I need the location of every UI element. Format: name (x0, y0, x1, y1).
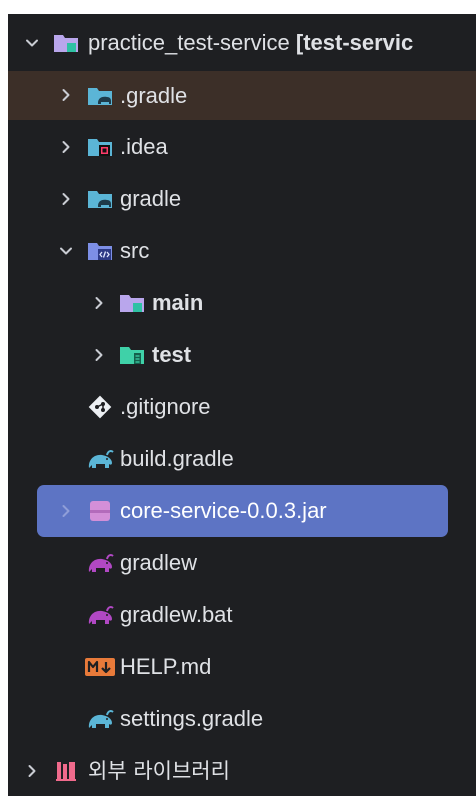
project-tree-panel: practice_test-service [test-servic .grad… (8, 14, 476, 796)
tree-row-core-service-jar[interactable]: core-service-0.0.3.jar (8, 486, 476, 536)
tree-item-label: settings.gradle (120, 706, 264, 731)
chevron-down-icon[interactable] (55, 240, 77, 262)
tree-item-label: src (120, 238, 150, 263)
chevron-right-icon[interactable] (55, 188, 77, 210)
tree-item-label: main (152, 290, 204, 315)
chevron-down-icon[interactable] (21, 32, 43, 54)
tree-item-label: .gradle (120, 83, 188, 108)
folder-module-icon (118, 289, 146, 317)
jar-archive-icon (86, 497, 114, 525)
folder-idea-icon (86, 133, 114, 161)
tree-row-gradle[interactable]: gradle (8, 174, 476, 224)
markdown-icon (84, 653, 116, 681)
tree-item-label: build.gradle (120, 446, 234, 471)
chevron-right-icon[interactable] (55, 136, 77, 158)
chevron-right-icon[interactable] (55, 500, 77, 522)
tree-row-test[interactable]: test (8, 330, 476, 380)
project-root-label: practice_test-service [test-servic (88, 18, 413, 68)
tree-row-src[interactable]: src (8, 226, 476, 276)
tree-row-gradlew[interactable]: gradlew (8, 538, 476, 588)
library-icon (52, 757, 80, 785)
project-name: practice_test-service (88, 30, 290, 55)
tree-item-label: .gitignore (120, 394, 211, 419)
gradle-script-icon (86, 549, 114, 577)
tree-row-external-libraries[interactable]: 외부 라이브러리 (8, 746, 476, 796)
tree-row-build-gradle[interactable]: build.gradle (8, 434, 476, 484)
folder-gradle-icon (86, 82, 114, 110)
folder-source-icon (86, 237, 114, 265)
gradle-elephant-icon (86, 705, 114, 733)
gradle-elephant-icon (86, 445, 114, 473)
tree-row-main[interactable]: main (8, 278, 476, 328)
tree-row-gradlew-bat[interactable]: gradlew.bat (8, 590, 476, 640)
tree-item-label: .idea (120, 134, 168, 159)
tree-row-root[interactable]: practice_test-service [test-servic (8, 18, 476, 68)
git-icon (86, 393, 114, 421)
tree-item-label: core-service-0.0.3.jar (120, 498, 327, 523)
tree-item-label: gradle (120, 186, 182, 211)
tree-item-label: test (152, 342, 192, 367)
tree-item-label: gradlew.bat (120, 602, 233, 627)
chevron-right-icon[interactable] (21, 760, 43, 782)
tree-item-label: gradlew (120, 550, 198, 575)
tree-row-settings-gradle[interactable]: settings.gradle (8, 694, 476, 744)
module-name: [test-servic (295, 30, 414, 55)
tree-row-help-md[interactable]: HELP.md (8, 642, 476, 692)
tree-row-dot-idea[interactable]: .idea (8, 122, 476, 172)
tree-row-gitignore[interactable]: .gitignore (8, 382, 476, 432)
tree-row-dot-gradle[interactable]: .gradle (8, 71, 476, 120)
chevron-right-icon[interactable] (55, 84, 77, 106)
folder-test-icon (118, 341, 146, 369)
tree-item-label: 외부 라이브러리 (88, 759, 230, 783)
folder-module-icon (52, 29, 80, 57)
chevron-right-icon[interactable] (88, 292, 110, 314)
chevron-right-icon[interactable] (88, 344, 110, 366)
folder-gradle-icon (86, 185, 114, 213)
gradle-script-icon (86, 601, 114, 629)
tree-item-label: HELP.md (120, 654, 212, 679)
